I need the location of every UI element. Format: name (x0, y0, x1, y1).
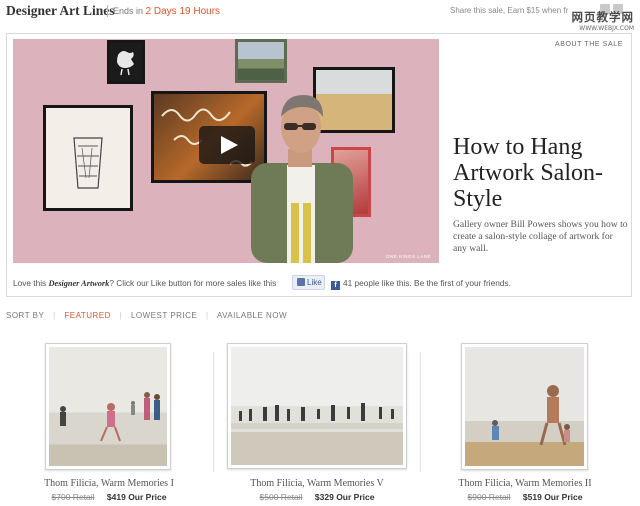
like-prompt-prefix: Love this (13, 278, 47, 288)
video-player[interactable]: ONE KINGS LANE (13, 39, 439, 263)
artwork-rooster (107, 40, 145, 84)
sort-option-featured[interactable]: FEATURED (64, 311, 111, 320)
share-link[interactable]: Share this sale, Earn $15 when fr (450, 6, 568, 15)
sale-countdown: Ends in 2 Days 19 Hours (113, 6, 220, 17)
thumbs-up-icon (297, 278, 305, 286)
like-prompt-suffix: ? Click our Like button for more sales l… (109, 278, 277, 288)
like-count-text: 41 people like this. Be the first of you… (343, 278, 511, 288)
retail-price: $700 Retail (51, 492, 95, 502)
product-prices: $700 Retail $419 Our Price (14, 492, 204, 502)
like-bar: Love this Designer Artwork? Click our Li… (13, 274, 627, 292)
like-prompt-emphasis: Designer Artwork (48, 279, 110, 288)
like-count: f 41 people like this. Be the first of yo… (331, 278, 511, 290)
retail-price: $900 Retail (467, 492, 511, 502)
countdown-value: 2 Days 19 Hours (145, 6, 221, 17)
like-button-label: Like (307, 278, 322, 287)
product-card[interactable]: Thom Filicia, Warm Memories V $500 Retai… (222, 340, 412, 506)
share-text: Share this sale, Earn $15 when fr (450, 6, 569, 15)
watermark-sub: WWW.WEBJX.COM (579, 25, 634, 32)
watermark: 网页教学网 WWW.WEBJX.COM (558, 9, 635, 32)
divider: | (53, 311, 56, 320)
product-name[interactable]: Thom Filicia, Warm Memories II (430, 478, 620, 489)
product-card[interactable]: Thom Filicia, Warm Memories I $700 Retai… (14, 340, 204, 506)
our-price: $419 Our Price (106, 492, 167, 502)
beach-scene (60, 392, 160, 442)
ends-label: Ends in (113, 6, 144, 16)
sale-title: Designer Art Lines (6, 3, 115, 18)
our-price: $329 Our Price (314, 492, 375, 502)
feature-headline: How to Hang Artwork Salon-Style (453, 134, 603, 212)
product-image[interactable] (45, 343, 171, 470)
artwork-sketch (43, 105, 133, 211)
like-prompt: Love this Designer Artwork? Click our Li… (13, 278, 276, 288)
our-price: $519 Our Price (522, 492, 583, 502)
feature-panel: ABOUT THE SALE ONE KINGS LANE How to Han… (6, 33, 632, 297)
column-divider (420, 352, 421, 472)
facebook-like-button[interactable]: Like (292, 275, 325, 290)
watermark-main: 网页教学网 (571, 10, 634, 24)
divider: | (119, 311, 123, 320)
product-image[interactable] (461, 343, 588, 470)
product-name[interactable]: Thom Filicia, Warm Memories V (222, 478, 412, 489)
rooster-icon (117, 51, 134, 76)
sketch-drawing (73, 137, 103, 189)
sort-option-available-now[interactable]: AVAILABLE NOW (217, 311, 287, 320)
beach-scene (492, 385, 570, 446)
product-image[interactable] (227, 343, 407, 469)
divider (107, 5, 108, 17)
facebook-icon: f (331, 281, 340, 290)
product-prices: $500 Retail $329 Our Price (222, 492, 412, 502)
divider: | (206, 311, 209, 320)
feature-description: Gallery owner Bill Powers shows you how … (453, 219, 628, 254)
artwork-landscape (235, 39, 287, 83)
product-name[interactable]: Thom Filicia, Warm Memories I (14, 478, 204, 489)
column-divider (213, 352, 214, 472)
sort-label: SORT BY (6, 311, 45, 320)
sort-bar: SORT BY | FEATURED | LOWEST PRICE | AVAI… (6, 311, 293, 320)
play-button[interactable] (199, 126, 255, 164)
top-bar: Designer Art Lines Ends in 2 Days 19 Hou… (0, 0, 640, 32)
product-prices: $900 Retail $519 Our Price (430, 492, 620, 502)
beach-scene (231, 403, 403, 429)
product-card[interactable]: Thom Filicia, Warm Memories II $900 Reta… (430, 340, 620, 506)
retail-price: $500 Retail (259, 492, 303, 502)
sort-option-lowest-price[interactable]: LOWEST PRICE (131, 311, 197, 320)
about-the-sale-link[interactable]: ABOUT THE SALE (555, 41, 623, 48)
presenter (251, 95, 353, 263)
video-logo: ONE KINGS LANE (385, 254, 431, 259)
